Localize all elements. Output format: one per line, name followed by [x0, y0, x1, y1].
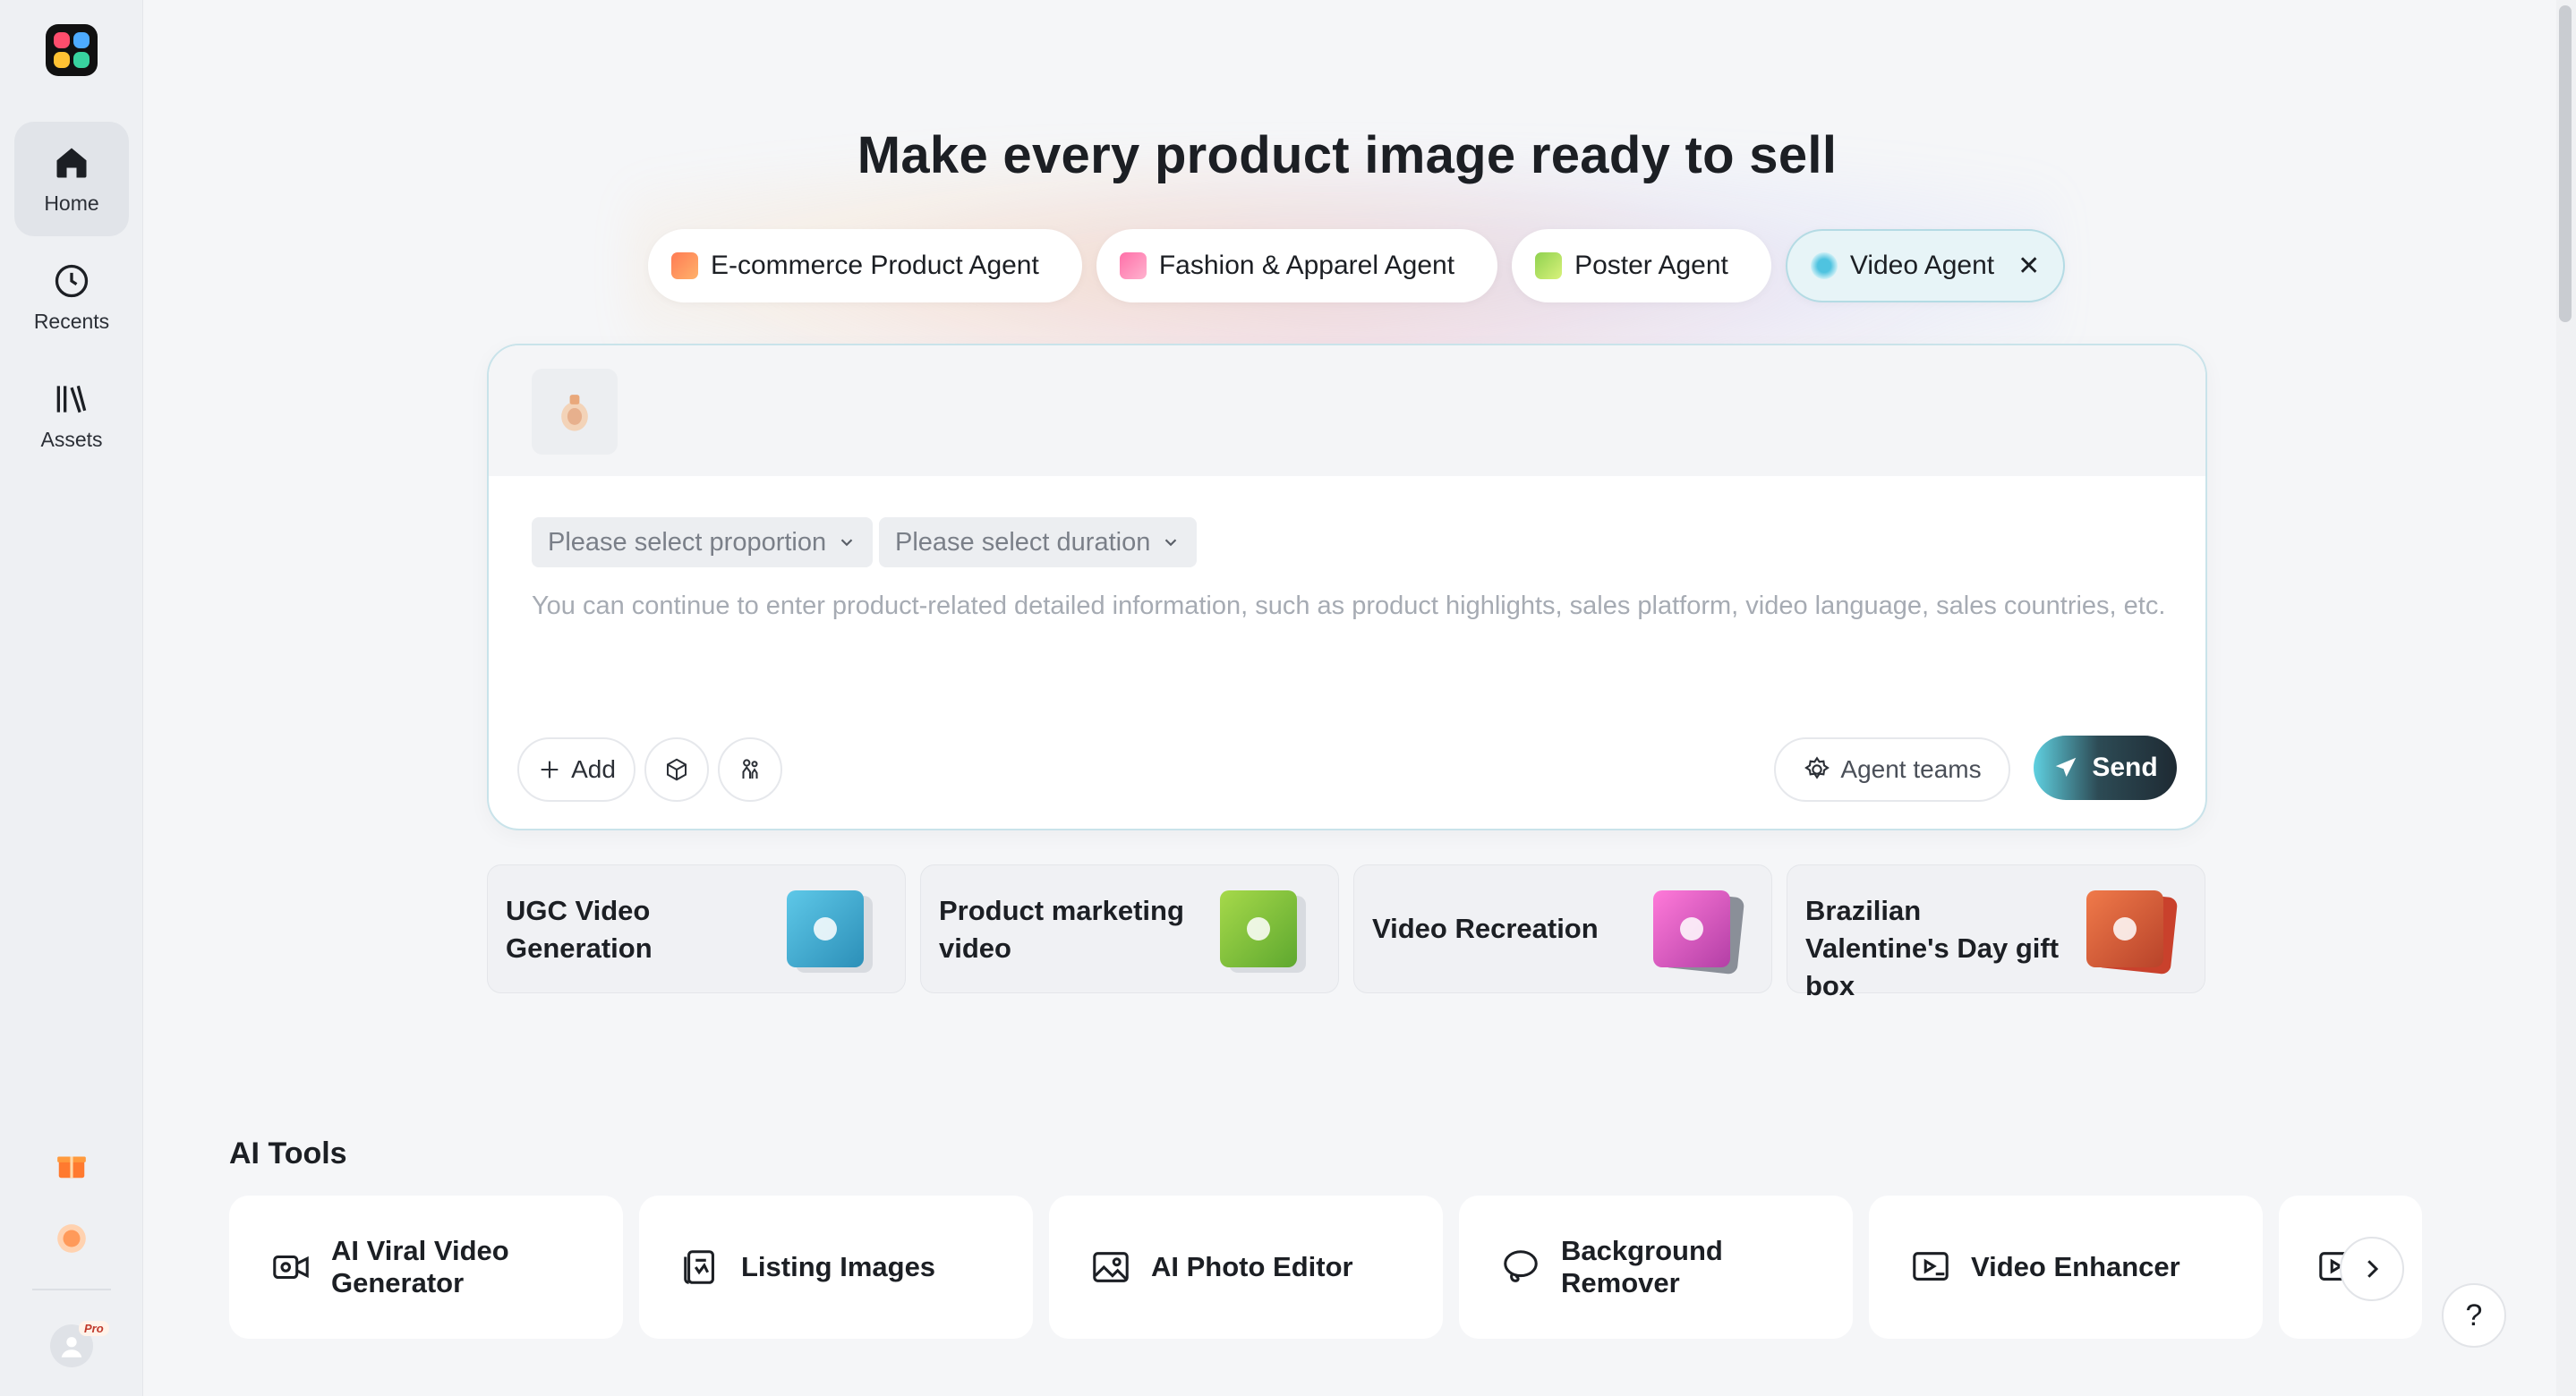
ai-tools-list: AI Viral Video Generator Listing Images …: [229, 1196, 2422, 1339]
sidebar-item-label: Recents: [33, 309, 110, 333]
tool-label: Background Remover: [1561, 1235, 1723, 1298]
sofa-icon: [671, 252, 698, 279]
video-thumbnail-icon: [1653, 890, 1745, 975]
hd-video-icon: [1913, 1252, 1949, 1281]
agent-teams-label: Agent teams: [1840, 755, 1982, 783]
tool-ai-photo-editor[interactable]: AI Photo Editor: [1049, 1196, 1443, 1339]
chevron-right-icon: [2367, 1260, 2379, 1278]
chevron-down-icon: [1165, 539, 1177, 547]
send-label: Send: [2092, 753, 2158, 782]
attachment-area: [489, 345, 2205, 476]
poster-icon: [1535, 252, 1563, 279]
help-button[interactable]: ?: [2442, 1283, 2506, 1348]
sidebar-divider: [32, 1289, 111, 1290]
product-3d-button[interactable]: [644, 737, 709, 802]
sidebar: Home Recents Assets Pro: [0, 0, 143, 1396]
video-agent-icon: [1810, 252, 1838, 279]
suggestion-video-recreation[interactable]: Video Recreation: [1353, 864, 1772, 993]
suggestion-cards: UGC Video Generation Product marketing v…: [487, 864, 2205, 1001]
cube-icon: [667, 758, 687, 781]
product-thumbnail[interactable]: [532, 369, 618, 455]
sidebar-item-label: Home: [44, 191, 99, 215]
tool-label: AI Photo Editor: [1151, 1251, 1353, 1282]
scrollbar-thumb[interactable]: [2559, 5, 2572, 322]
scroll-right-button[interactable]: [2340, 1237, 2404, 1301]
photo-icon: [1093, 1252, 1129, 1282]
suggestion-label: Brazilian Valentine's Day gift box: [1805, 895, 2060, 1001]
sidebar-item-recents[interactable]: Recents: [14, 240, 129, 354]
lasso-icon: [1504, 1250, 1538, 1282]
app-logo[interactable]: [46, 24, 98, 76]
sidebar-item-label: Assets: [40, 427, 103, 451]
tool-label: Listing Images: [741, 1251, 936, 1282]
send-button[interactable]: Send: [2034, 736, 2177, 800]
tab-label: Fashion & Apparel Agent: [1158, 251, 1455, 280]
add-label: Add: [571, 755, 616, 783]
prompt-input[interactable]: You can continue to enter product-relate…: [532, 587, 2170, 625]
tab-fashion-agent[interactable]: Fashion & Apparel Agent: [1096, 229, 1498, 302]
video-thumbnail-icon: [1220, 890, 1306, 973]
tool-background-remover[interactable]: Background Remover: [1459, 1196, 1853, 1339]
pro-badge: Pro: [79, 1321, 109, 1336]
proportion-select[interactable]: Please select proportion: [532, 517, 874, 567]
agent-tabs: E-commerce Product Agent Fashion & Appar…: [648, 229, 2066, 302]
gift-icon[interactable]: [52, 1145, 91, 1185]
video-thumbnail-icon: [2086, 890, 2179, 975]
tab-label: Video Agent: [1849, 251, 1995, 280]
plus-icon: [541, 761, 559, 779]
gear-icon: [1804, 756, 1830, 779]
coin-icon[interactable]: [52, 1219, 91, 1258]
model-button[interactable]: [718, 737, 782, 802]
proportion-placeholder: Please select proportion: [548, 527, 827, 557]
agent-teams-button[interactable]: Agent teams: [1774, 737, 2010, 802]
prompt-composer: Please select proportion Please select d…: [487, 344, 2207, 830]
clock-icon: [55, 264, 89, 297]
tool-listing-images[interactable]: Listing Images: [639, 1196, 1033, 1339]
tool-label: AI Viral Video Generator: [331, 1235, 509, 1298]
video-thumbnail-icon: [787, 890, 873, 973]
shirt-icon: [1119, 252, 1147, 279]
tab-poster-agent[interactable]: Poster Agent: [1512, 229, 1771, 302]
close-icon[interactable]: ✕: [2017, 251, 2040, 282]
ai-tools-title: AI Tools: [229, 1136, 347, 1170]
tab-video-agent[interactable]: Video Agent ✕: [1785, 229, 2066, 302]
tool-ai-viral-video-generator[interactable]: AI Viral Video Generator: [229, 1196, 623, 1339]
suggestion-ugc-video[interactable]: UGC Video Generation: [487, 864, 906, 993]
listing-icon: [684, 1250, 714, 1284]
suggestion-valentines-gift-box[interactable]: Brazilian Valentine's Day gift box: [1787, 864, 2205, 1001]
suggestion-label: Product marketing video: [939, 895, 1184, 964]
duration-placeholder: Please select duration: [895, 527, 1151, 557]
tab-ecommerce-agent[interactable]: E-commerce Product Agent: [648, 229, 1082, 302]
tab-label: Poster Agent: [1574, 251, 1728, 280]
tool-label: Video Enhancer: [1971, 1251, 2180, 1282]
video-camera-icon: [273, 1255, 309, 1280]
library-icon: [56, 385, 87, 413]
duration-select[interactable]: Please select duration: [879, 517, 1198, 567]
suggestion-label: UGC Video Generation: [506, 895, 653, 964]
tool-video-enhancer[interactable]: Video Enhancer: [1869, 1196, 2263, 1339]
scrollbar[interactable]: [2556, 0, 2576, 1396]
page-title: Make every product image ready to sell: [857, 126, 1838, 184]
tab-label: E-commerce Product Agent: [711, 251, 1039, 280]
add-button[interactable]: Add: [517, 737, 635, 802]
people-icon: [742, 759, 758, 779]
send-icon: [2056, 757, 2077, 777]
sidebar-item-assets[interactable]: Assets: [14, 358, 129, 472]
suggestion-product-marketing[interactable]: Product marketing video: [920, 864, 1339, 993]
chevron-down-icon: [840, 539, 853, 547]
suggestion-label: Video Recreation: [1372, 913, 1599, 944]
